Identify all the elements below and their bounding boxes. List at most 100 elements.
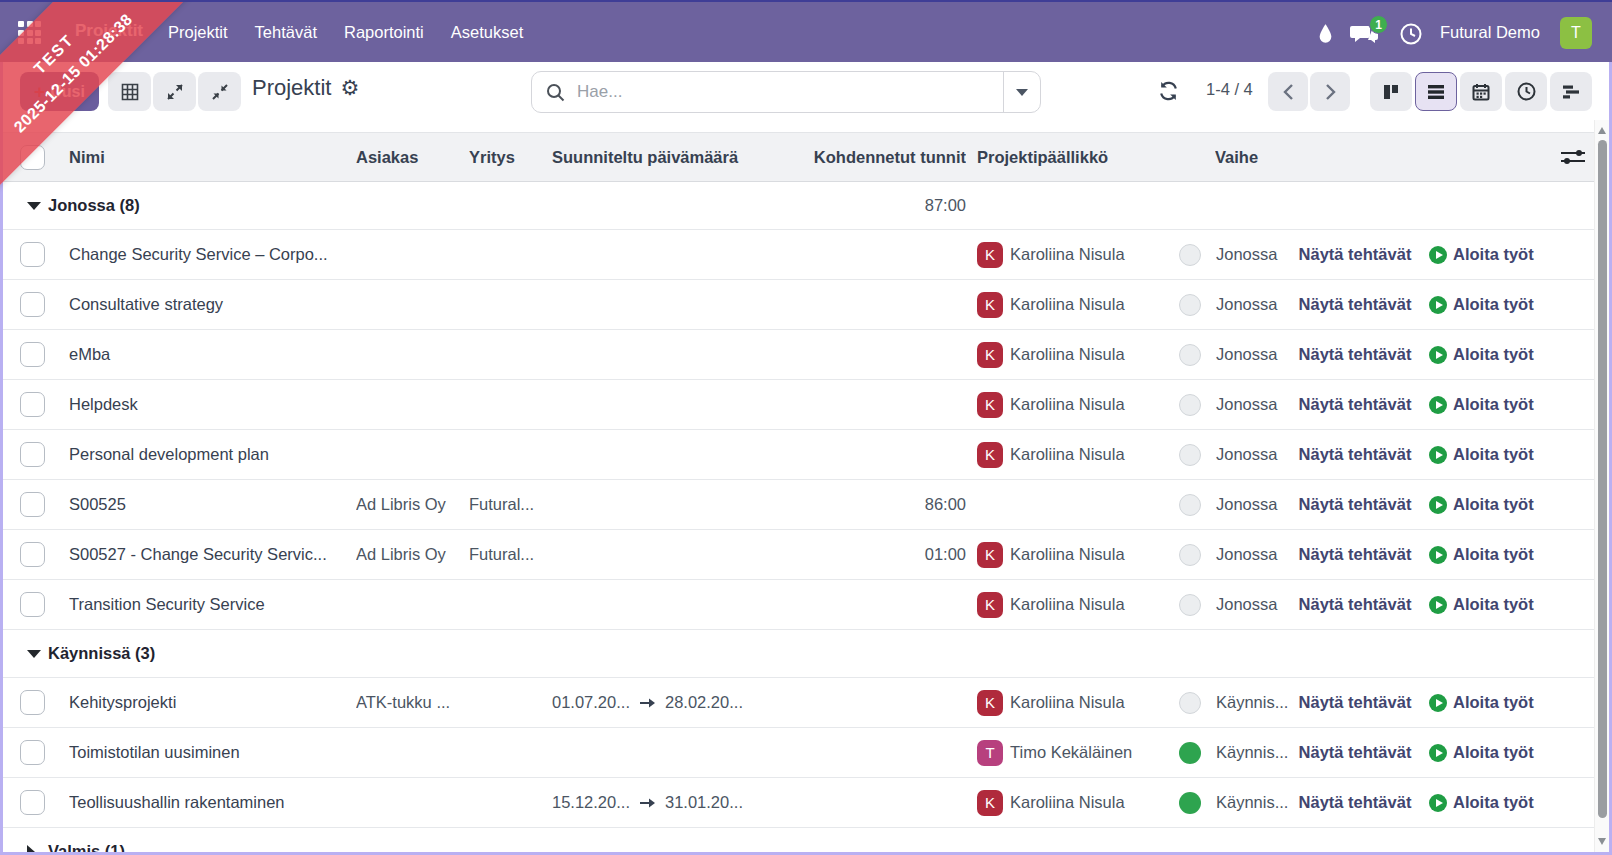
group-row[interactable]: Jonossa (8)87:00	[0, 182, 1594, 230]
nav-menu-raportointi[interactable]: Raportointi	[344, 23, 424, 42]
user-menu[interactable]: Futural Demo	[1440, 23, 1540, 42]
project-row[interactable]: S00525Ad Libris OyFutural...86:00Jonossa…	[0, 480, 1594, 530]
scrollbar-thumb[interactable]	[1598, 140, 1607, 818]
column-header-projektipaallikko[interactable]: Projektipäällikkö	[977, 133, 1157, 181]
row-checkbox[interactable]	[20, 442, 45, 467]
app-brand[interactable]: Projektit	[75, 21, 143, 41]
stage-status-circle[interactable]	[1179, 394, 1201, 416]
row-checkbox[interactable]	[20, 690, 45, 715]
scroll-up-arrow[interactable]	[1598, 127, 1606, 134]
start-work-button[interactable]: Aloita työt	[1453, 495, 1534, 514]
view-switch-activity[interactable]	[1505, 72, 1547, 111]
expand-groups-button[interactable]	[153, 72, 196, 111]
column-header-asiakas[interactable]: Asiakas	[356, 133, 464, 181]
project-row[interactable]: KehitysprojektiATK-tukku ...01.07.20...2…	[0, 678, 1594, 728]
select-all-checkbox[interactable]	[20, 145, 45, 170]
view-switch-kanban[interactable]	[1370, 72, 1412, 111]
show-tasks-button[interactable]: Näytä tehtävät	[1299, 743, 1412, 762]
show-tasks-button[interactable]: Näytä tehtävät	[1299, 395, 1412, 414]
column-header-vaihe[interactable]: Vaihe	[1215, 133, 1295, 181]
stage-status-circle[interactable]	[1179, 344, 1201, 366]
group-row[interactable]: Käynnissä (3)	[0, 630, 1594, 678]
collapse-groups-button[interactable]	[198, 72, 241, 111]
start-work-button[interactable]: Aloita työt	[1453, 793, 1534, 812]
show-tasks-button[interactable]: Näytä tehtävät	[1299, 595, 1412, 614]
page-title: Projektit	[252, 75, 331, 101]
column-header-tunnit[interactable]: Kohdennetut tunnit	[790, 133, 966, 181]
start-work-button[interactable]: Aloita työt	[1453, 445, 1534, 464]
new-button[interactable]: +Uusi	[20, 72, 99, 111]
project-row[interactable]: HelpdeskKKaroliina NisulaJonossaNäytä te…	[0, 380, 1594, 430]
stage-status-circle[interactable]	[1179, 742, 1201, 764]
apps-grid-icon[interactable]	[18, 21, 41, 44]
row-checkbox[interactable]	[20, 292, 45, 317]
gear-icon[interactable]: ⚙︎	[340, 76, 359, 100]
nav-menu-tehtävät[interactable]: Tehtävät	[255, 23, 317, 42]
project-row[interactable]: Toimistotilan uusiminenTTimo KekäläinenK…	[0, 728, 1594, 778]
nav-menu-projektit[interactable]: Projektit	[168, 23, 228, 42]
row-checkbox[interactable]	[20, 740, 45, 765]
manager-name: Karoliina Nisula	[1010, 545, 1125, 564]
search-input[interactable]	[577, 82, 1003, 102]
start-work-button[interactable]: Aloita työt	[1453, 595, 1534, 614]
show-tasks-button[interactable]: Näytä tehtävät	[1299, 345, 1412, 364]
start-work-button[interactable]: Aloita työt	[1453, 345, 1534, 364]
project-row[interactable]: Transition Security ServiceKKaroliina Ni…	[0, 580, 1594, 630]
stage-status-circle[interactable]	[1179, 444, 1201, 466]
project-row[interactable]: Consultative strategyKKaroliina NisulaJo…	[0, 280, 1594, 330]
column-header-nimi[interactable]: Nimi	[69, 133, 349, 181]
column-header-yritys[interactable]: Yritys	[469, 133, 549, 181]
view-switch-list[interactable]	[1415, 72, 1457, 111]
grid-view-button[interactable]	[108, 72, 151, 111]
column-header-paivamaara[interactable]: Suunniteltu päivämäärä	[552, 133, 762, 181]
nav-menu-asetukset[interactable]: Asetukset	[451, 23, 523, 42]
show-tasks-button[interactable]: Näytä tehtävät	[1299, 495, 1412, 514]
optional-columns-icon[interactable]	[1560, 133, 1586, 181]
start-work-button[interactable]: Aloita työt	[1453, 245, 1534, 264]
stage-label: Jonossa	[1216, 230, 1294, 279]
refresh-icon[interactable]	[1158, 81, 1179, 101]
start-work-button[interactable]: Aloita työt	[1453, 395, 1534, 414]
show-tasks-button[interactable]: Näytä tehtävät	[1299, 445, 1412, 464]
group-row[interactable]: Valmis (1)	[0, 828, 1594, 852]
row-checkbox[interactable]	[20, 542, 45, 567]
show-tasks-button[interactable]: Näytä tehtävät	[1299, 545, 1412, 564]
project-row[interactable]: Change Security Service – Corpo...KKarol…	[0, 230, 1594, 280]
project-row[interactable]: Teollisuushallin rakentaminen15.12.20...…	[0, 778, 1594, 828]
row-checkbox[interactable]	[20, 392, 45, 417]
stage-status-circle[interactable]	[1179, 244, 1201, 266]
stage-status-circle[interactable]	[1179, 494, 1201, 516]
row-checkbox[interactable]	[20, 790, 45, 815]
project-row[interactable]: S00527 - Change Security Servic...Ad Lib…	[0, 530, 1594, 580]
start-work-button[interactable]: Aloita työt	[1453, 693, 1534, 712]
row-checkbox[interactable]	[20, 342, 45, 367]
search-dropdown-toggle[interactable]	[1004, 72, 1040, 112]
stage-status-circle[interactable]	[1179, 792, 1201, 814]
droplet-icon[interactable]	[1318, 23, 1333, 44]
pager-previous-button[interactable]	[1268, 72, 1308, 111]
start-work-button[interactable]: Aloita työt	[1453, 743, 1534, 762]
pager-next-button[interactable]	[1310, 72, 1350, 111]
project-row[interactable]: Personal development planKKaroliina Nisu…	[0, 430, 1594, 480]
user-avatar[interactable]: T	[1560, 17, 1592, 49]
stage-status-circle[interactable]	[1179, 544, 1201, 566]
view-switch-calendar[interactable]	[1460, 72, 1502, 111]
start-work-button[interactable]: Aloita työt	[1453, 295, 1534, 314]
row-checkbox[interactable]	[20, 242, 45, 267]
start-work-button[interactable]: Aloita työt	[1453, 545, 1534, 564]
vertical-scrollbar[interactable]	[1594, 120, 1609, 852]
show-tasks-button[interactable]: Näytä tehtävät	[1299, 295, 1412, 314]
row-checkbox[interactable]	[20, 492, 45, 517]
activity-clock-icon[interactable]	[1400, 23, 1422, 45]
show-tasks-button[interactable]: Näytä tehtävät	[1299, 245, 1412, 264]
view-switch-gantt[interactable]	[1550, 72, 1592, 111]
stage-status-circle[interactable]	[1179, 294, 1201, 316]
stage-status-circle[interactable]	[1179, 692, 1201, 714]
stage-status-circle[interactable]	[1179, 594, 1201, 616]
project-row[interactable]: eMbaKKaroliina NisulaJonossaNäytä tehtäv…	[0, 330, 1594, 380]
scroll-down-arrow[interactable]	[1598, 838, 1606, 845]
date-arrow-icon	[639, 797, 656, 809]
show-tasks-button[interactable]: Näytä tehtävät	[1299, 693, 1412, 712]
row-checkbox[interactable]	[20, 592, 45, 617]
show-tasks-button[interactable]: Näytä tehtävät	[1299, 793, 1412, 812]
